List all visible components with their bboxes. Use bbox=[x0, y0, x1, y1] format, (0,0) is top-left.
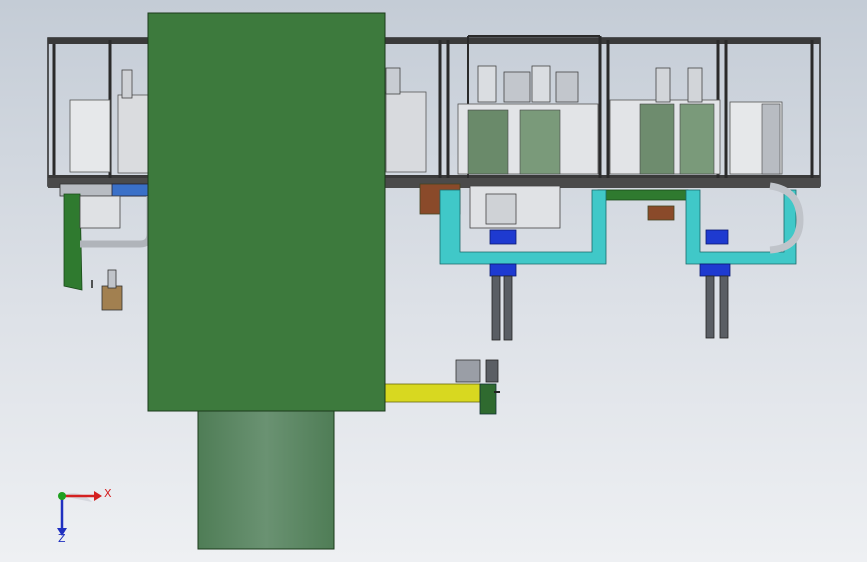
coordinate-triad: X Z bbox=[40, 482, 120, 552]
z-axis-label: Z bbox=[58, 532, 66, 545]
triad-plane-icon bbox=[62, 493, 92, 502]
left-lower-parts bbox=[63, 193, 154, 311]
green-cylinder[interactable] bbox=[197, 410, 335, 550]
x-axis-label: X bbox=[104, 487, 112, 500]
green-cover-panel[interactable] bbox=[147, 12, 386, 412]
origin-icon bbox=[58, 492, 66, 500]
yellow-arm-assembly bbox=[383, 359, 500, 415]
cad-viewport[interactable]: X Z bbox=[0, 0, 867, 562]
machine-assembly-model[interactable] bbox=[0, 0, 867, 562]
